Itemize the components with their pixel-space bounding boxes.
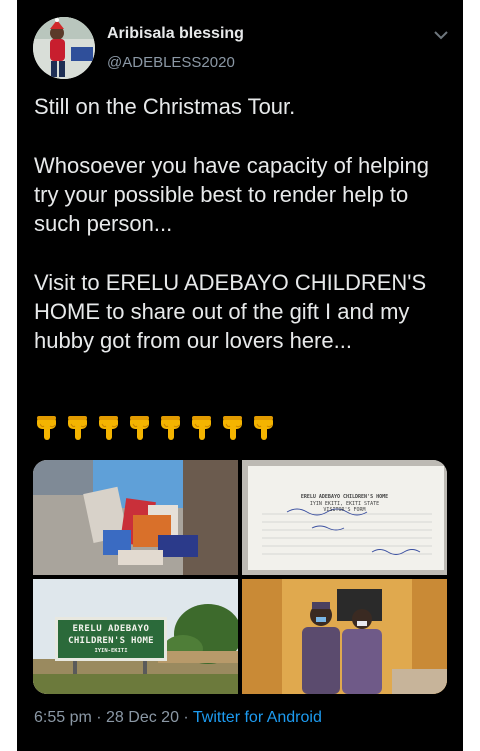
photo-couple[interactable] bbox=[242, 579, 447, 694]
tweet-card: Aribisala blessing @ADEBLESS2020 Still o… bbox=[17, 0, 463, 751]
pointing-down-hand-icon bbox=[254, 416, 273, 440]
photo-signboard[interactable]: ERELU ADEBAYO CHILDREN'S HOME IYIN-EKITI bbox=[33, 579, 238, 694]
pointing-down-hand-icon bbox=[68, 416, 87, 440]
meta-separator: · bbox=[91, 709, 107, 726]
form-heading: VISITOR'S FORM bbox=[323, 507, 366, 513]
tweet-paragraph: Whosoever you have capacity of helping t… bbox=[34, 152, 430, 237]
tweet-paragraph: Still on the Christmas Tour. bbox=[34, 94, 296, 119]
tweet-paragraph: Visit to ERELU ADEBAYO CHILDREN'S HOME t… bbox=[34, 269, 427, 354]
pointing-down-hand-icon bbox=[192, 416, 211, 440]
pointing-down-hand-icon bbox=[99, 416, 118, 440]
tweet-time[interactable]: 6:55 pm bbox=[34, 709, 92, 726]
tweet-meta: 6:55 pm · 28 Dec 20 · Twitter for Androi… bbox=[34, 709, 322, 727]
tweet-source-link[interactable]: Twitter for Android bbox=[193, 709, 322, 726]
media-grid[interactable]: ERELU ADEBAYO CHILDREN'S HOME IYIN EKITI… bbox=[33, 460, 447, 694]
photo-visitor-form[interactable]: ERELU ADEBAYO CHILDREN'S HOME IYIN EKITI… bbox=[242, 460, 447, 575]
pointing-down-hand-icon bbox=[161, 416, 180, 440]
chevron-down-icon[interactable] bbox=[432, 26, 450, 44]
form-title: ERELU ADEBAYO CHILDREN'S HOME bbox=[300, 494, 389, 500]
avatar[interactable] bbox=[33, 17, 95, 79]
author-handle[interactable]: @ADEBLESS2020 bbox=[107, 54, 235, 71]
tweet-date[interactable]: 28 Dec 20 bbox=[106, 709, 179, 726]
pointing-down-hand-icon bbox=[37, 416, 56, 440]
pointing-down-hand-icon bbox=[223, 416, 242, 440]
sign-line: IYIN-EKITI bbox=[94, 648, 128, 654]
signboard: ERELU ADEBAYO CHILDREN'S HOME IYIN-EKITI bbox=[55, 617, 167, 661]
sign-line: ERELU ADEBAYO bbox=[72, 624, 150, 634]
tweet-text: Still on the Christmas Tour. Whosoever y… bbox=[34, 92, 449, 356]
meta-separator: · bbox=[178, 709, 193, 726]
sign-line: CHILDREN'S HOME bbox=[68, 636, 154, 646]
emoji-row bbox=[34, 414, 276, 441]
pointing-down-hand-icon bbox=[130, 416, 149, 440]
avatar-photo bbox=[33, 17, 95, 79]
author-name[interactable]: Aribisala blessing bbox=[107, 25, 244, 43]
photo-gift-items[interactable] bbox=[33, 460, 238, 575]
